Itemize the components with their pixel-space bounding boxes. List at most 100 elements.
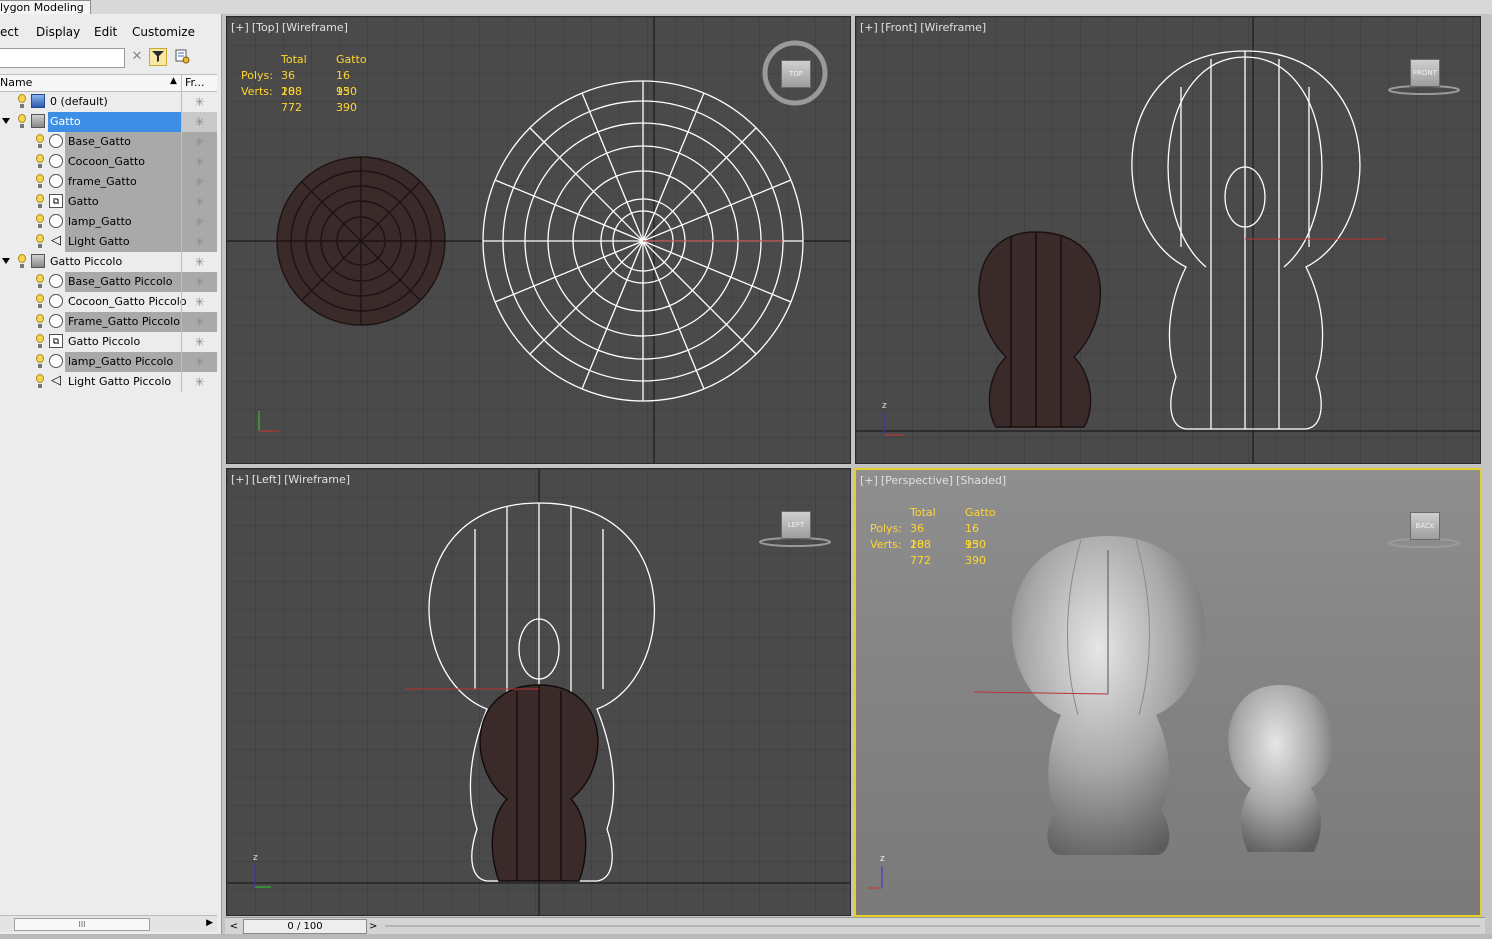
tree-row[interactable]: Gatto ✳	[0, 112, 217, 132]
configure-icon[interactable]	[173, 48, 191, 66]
column-name[interactable]: Name	[0, 76, 180, 89]
left-view-geometry	[227, 469, 850, 915]
viewport-top[interactable]: [+] [Top] [Wireframe] Total Gatto Polys: 3…	[226, 16, 851, 464]
tree-row[interactable]: ◁ Light Gatto ✳	[0, 232, 217, 252]
time-next-button[interactable]: >	[369, 920, 381, 933]
light-bulb-icon[interactable]	[35, 134, 45, 149]
viewport-label[interactable]: [+] [Top] [Wireframe]	[231, 21, 351, 34]
freeze-icon[interactable]: ✳	[181, 172, 217, 192]
time-track[interactable]	[385, 925, 1480, 927]
tree-label[interactable]: Light Gatto Piccolo	[68, 372, 171, 392]
axis-tripod-icon: z	[868, 854, 885, 889]
tree-label[interactable]: Gatto	[48, 112, 181, 132]
light-bulb-icon[interactable]	[35, 154, 45, 169]
light-bulb-icon[interactable]	[35, 314, 45, 329]
light-bulb-icon[interactable]	[35, 354, 45, 369]
filter-icon[interactable]	[149, 48, 167, 66]
light-bulb-icon[interactable]	[35, 374, 45, 389]
freeze-icon[interactable]: ✳	[181, 152, 217, 172]
freeze-icon[interactable]: ✳	[181, 112, 217, 132]
viewport-front[interactable]: [+] [Front] [Wireframe] FRONT z	[855, 16, 1481, 464]
freeze-icon[interactable]: ✳	[181, 332, 217, 352]
light-bulb-icon[interactable]	[35, 174, 45, 189]
tree-row[interactable]: Cocoon_Gatto Piccolo ✳	[0, 292, 217, 312]
tree-label[interactable]: frame_Gatto	[65, 172, 181, 192]
freeze-icon[interactable]: ✳	[181, 92, 217, 112]
freeze-icon[interactable]: ✳	[181, 232, 217, 252]
tree-row[interactable]: lamp_Gatto ✳	[0, 212, 217, 232]
tree-row[interactable]: lamp_Gatto Piccolo ✳	[0, 352, 217, 372]
tree-row[interactable]: Cocoon_Gatto ✳	[0, 152, 217, 172]
menu-display[interactable]: Display	[36, 25, 80, 39]
menu-customize[interactable]: Customize	[132, 25, 195, 39]
viewport-label[interactable]: [+] [Left] [Wireframe]	[231, 473, 353, 486]
freeze-icon[interactable]: ✳	[181, 132, 217, 152]
freeze-icon[interactable]: ✳	[181, 312, 217, 332]
tree-label[interactable]: Cocoon_Gatto Piccolo	[68, 292, 187, 312]
clear-filter-icon[interactable]: ✕	[128, 48, 146, 66]
freeze-icon[interactable]: ✳	[181, 352, 217, 372]
viewport-label[interactable]: [+] [Perspective] [Shaded]	[860, 474, 1009, 487]
viewcube-left[interactable]: LEFT	[781, 511, 811, 539]
light-bulb-icon[interactable]	[35, 194, 45, 209]
viewcube-perspective[interactable]: BACK	[1410, 512, 1440, 540]
light-bulb-icon[interactable]	[35, 274, 45, 289]
viewport-label[interactable]: [+] [Front] [Wireframe]	[860, 21, 989, 34]
viewcube-front[interactable]: FRONT	[1410, 59, 1440, 87]
expand-triangle-icon[interactable]	[2, 258, 10, 264]
time-slider-thumb[interactable]: 0 / 100	[243, 919, 367, 934]
freeze-icon[interactable]: ✳	[181, 252, 217, 272]
tree-label[interactable]: Cocoon_Gatto	[65, 152, 181, 172]
tree-row[interactable]: Frame_Gatto Piccolo ✳	[0, 312, 217, 332]
viewcube-top[interactable]: TOP	[781, 60, 811, 88]
tree-label[interactable]: Gatto	[65, 192, 181, 212]
status-strip	[0, 934, 1492, 939]
tree-row[interactable]: frame_Gatto ✳	[0, 172, 217, 192]
ribbon-tab-polygon-modeling[interactable]: lygon Modeling	[0, 0, 91, 15]
tree-row[interactable]: Base_Gatto ✳	[0, 132, 217, 152]
light-bulb-icon[interactable]	[35, 334, 45, 349]
menu-edit[interactable]: Edit	[94, 25, 117, 39]
perspective-view-geometry	[973, 536, 1460, 855]
tree-row[interactable]: ⧉ Gatto ✳	[0, 192, 217, 212]
tree-label[interactable]: 0 (default)	[50, 92, 108, 112]
tree-row[interactable]: Base_Gatto Piccolo ✳	[0, 272, 217, 292]
explorer-scrollbar[interactable]: III ▶	[0, 915, 217, 932]
freeze-icon[interactable]: ✳	[181, 192, 217, 212]
tree-label[interactable]: Gatto Piccolo	[68, 332, 140, 352]
search-input[interactable]	[0, 48, 125, 68]
menu-select[interactable]: ect	[0, 25, 19, 39]
layer-icon	[31, 114, 45, 128]
tree-label[interactable]: lamp_Gatto Piccolo	[65, 352, 181, 372]
light-bulb-icon[interactable]	[35, 234, 45, 249]
tree-label[interactable]: Gatto Piccolo	[50, 252, 122, 272]
tree-row[interactable]: ◁ Light Gatto Piccolo ✳	[0, 372, 217, 392]
small-lamp-shaded	[1228, 685, 1334, 852]
tree-row[interactable]: Gatto Piccolo ✳	[0, 252, 217, 272]
freeze-icon[interactable]: ✳	[181, 212, 217, 232]
scroll-right-icon[interactable]: ▶	[206, 918, 213, 928]
light-bulb-icon[interactable]	[35, 294, 45, 309]
tree-label[interactable]: Frame_Gatto Piccolo	[65, 312, 181, 332]
tree-row[interactable]: ⧉ Gatto Piccolo ✳	[0, 332, 217, 352]
tree-label[interactable]: Base_Gatto	[65, 132, 181, 152]
freeze-icon[interactable]: ✳	[181, 272, 217, 292]
viewport-perspective[interactable]: [+] [Perspective] [Shaded] Total Gatto Pol…	[854, 468, 1482, 917]
axis-tripod-icon	[251, 401, 291, 441]
tree-label[interactable]: lamp_Gatto	[65, 212, 181, 232]
tree-label[interactable]: Light Gatto	[65, 232, 181, 252]
expand-triangle-icon[interactable]	[2, 118, 10, 124]
tree-label[interactable]: Base_Gatto Piccolo	[65, 272, 181, 292]
tree-row[interactable]: 0 (default) ✳	[0, 92, 217, 112]
freeze-icon[interactable]: ✳	[181, 292, 217, 312]
time-slider[interactable]: < 0 / 100 >	[225, 917, 1485, 935]
light-bulb-icon[interactable]	[35, 214, 45, 229]
freeze-icon[interactable]: ✳	[181, 372, 217, 392]
light-bulb-icon[interactable]	[17, 254, 27, 269]
column-freeze[interactable]: Fr...	[181, 75, 217, 91]
viewport-left[interactable]: [+] [Left] [Wireframe] LEFT z	[226, 468, 851, 916]
light-bulb-icon[interactable]	[17, 114, 27, 129]
time-prev-button[interactable]: <	[227, 920, 241, 933]
scrollbar-thumb[interactable]: III	[14, 918, 150, 931]
light-bulb-icon[interactable]	[17, 94, 27, 109]
